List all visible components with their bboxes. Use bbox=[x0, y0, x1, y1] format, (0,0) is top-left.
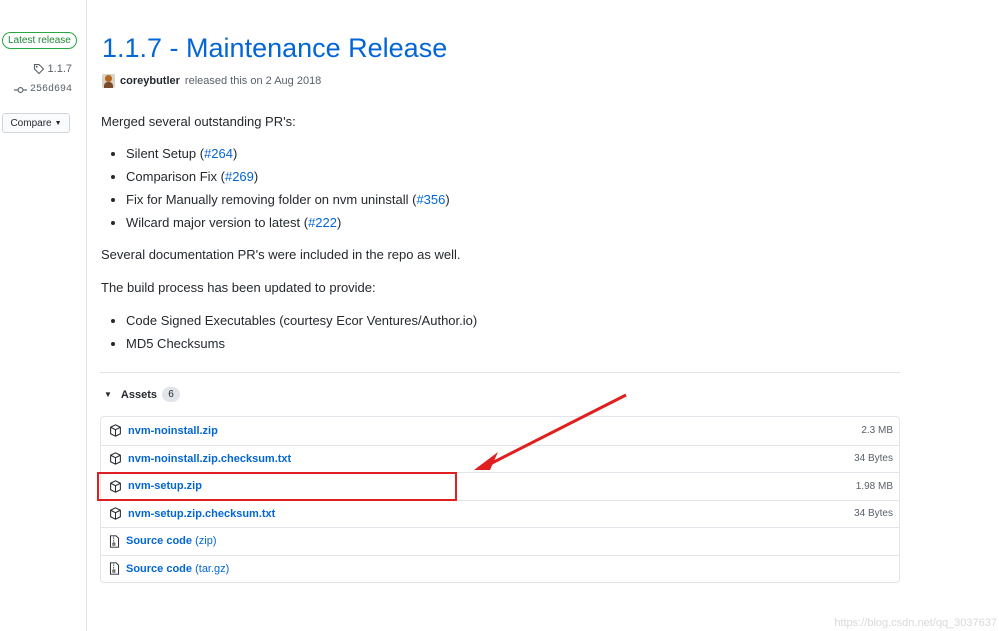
watermark: https://blog.csdn.net/qq_3037637 bbox=[834, 617, 997, 629]
tag-label: 1.1.7 bbox=[47, 63, 72, 75]
released-text: released this on 2 Aug 2018 bbox=[184, 75, 322, 87]
build-list: Code Signed Executables (courtesy Ecor V… bbox=[110, 309, 477, 355]
release-intro: Merged several outstanding PR's: bbox=[101, 114, 296, 129]
asset-row: nvm-setup.zip.checksum.txt 34 Bytes bbox=[101, 499, 899, 528]
asset-size: 1.98 MB bbox=[855, 480, 893, 492]
release-title[interactable]: 1.1.7 - Maintenance Release bbox=[102, 33, 447, 64]
asset-row: nvm-noinstall.zip.checksum.txt 34 Bytes bbox=[101, 444, 899, 473]
docs-note: Several documentation PR's were included… bbox=[101, 247, 461, 262]
release-author-row: coreybutler released this on 2 Aug 2018 bbox=[102, 74, 321, 88]
source-code-zip-link[interactable]: Source code (zip) bbox=[126, 535, 216, 547]
divider bbox=[100, 372, 900, 373]
tag-icon bbox=[33, 63, 45, 75]
git-commit-icon bbox=[13, 86, 27, 94]
pr-link-269[interactable]: #269 bbox=[225, 169, 254, 184]
compare-label: Compare bbox=[10, 117, 52, 129]
assets-label: Assets bbox=[120, 388, 157, 401]
author-name[interactable]: coreybutler bbox=[120, 75, 180, 87]
list-item: Fix for Manually removing folder on nvm … bbox=[126, 188, 450, 211]
list-item: MD5 Checksums bbox=[126, 332, 477, 355]
asset-size: 34 Bytes bbox=[854, 508, 893, 520]
triangle-down-icon: ▼ bbox=[54, 119, 62, 127]
pr-list: Silent Setup (#264) Comparison Fix (#269… bbox=[110, 142, 450, 234]
compare-button[interactable]: Compare ▼ bbox=[2, 113, 70, 133]
asset-row: Source code (tar.gz) bbox=[101, 554, 899, 583]
asset-download-link[interactable]: nvm-noinstall.zip bbox=[128, 425, 218, 437]
release-commit[interactable]: 256d694 bbox=[13, 84, 72, 95]
latest-release-badge: Latest release bbox=[2, 32, 77, 49]
asset-row: nvm-noinstall.zip 2.3 MB bbox=[101, 417, 899, 445]
list-item: Code Signed Executables (courtesy Ecor V… bbox=[126, 309, 477, 332]
pr-link-264[interactable]: #264 bbox=[204, 146, 233, 161]
build-note: The build process has been updated to pr… bbox=[101, 280, 376, 295]
asset-download-link[interactable]: nvm-setup.zip.checksum.txt bbox=[128, 508, 275, 520]
assets-toggle[interactable]: ▼ Assets 6 bbox=[104, 387, 180, 402]
pr-link-222[interactable]: #222 bbox=[308, 215, 337, 230]
source-code-targz-link[interactable]: Source code (tar.gz) bbox=[126, 563, 229, 575]
list-item: Silent Setup (#264) bbox=[126, 142, 450, 165]
file-zip-icon bbox=[109, 535, 120, 548]
assets-list: nvm-noinstall.zip 2.3 MB nvm-noinstall.z… bbox=[100, 416, 900, 583]
asset-size: 34 Bytes bbox=[854, 453, 893, 465]
pr-link-356[interactable]: #356 bbox=[416, 192, 445, 207]
package-icon bbox=[109, 507, 122, 521]
package-icon bbox=[109, 424, 122, 438]
list-item: Wilcard major version to latest (#222) bbox=[126, 211, 450, 234]
avatar[interactable] bbox=[102, 74, 115, 88]
release-tag[interactable]: 1.1.7 bbox=[33, 63, 72, 75]
package-icon bbox=[109, 452, 122, 466]
asset-row: nvm-setup.zip 1.98 MB bbox=[101, 472, 899, 500]
list-item: Comparison Fix (#269) bbox=[126, 165, 450, 188]
release-sidebar: Latest release 1.1.7 256d694 Compare ▼ bbox=[0, 0, 87, 631]
package-icon bbox=[109, 479, 122, 493]
file-zip-icon bbox=[109, 562, 120, 575]
asset-size: 2.3 MB bbox=[861, 425, 893, 437]
commit-sha: 256d694 bbox=[29, 84, 72, 95]
asset-download-link[interactable]: nvm-noinstall.zip.checksum.txt bbox=[128, 453, 291, 465]
asset-download-link[interactable]: nvm-setup.zip bbox=[128, 480, 202, 492]
caret-down-icon: ▼ bbox=[104, 390, 112, 399]
asset-row: Source code (zip) bbox=[101, 527, 899, 555]
assets-count: 6 bbox=[162, 387, 180, 402]
